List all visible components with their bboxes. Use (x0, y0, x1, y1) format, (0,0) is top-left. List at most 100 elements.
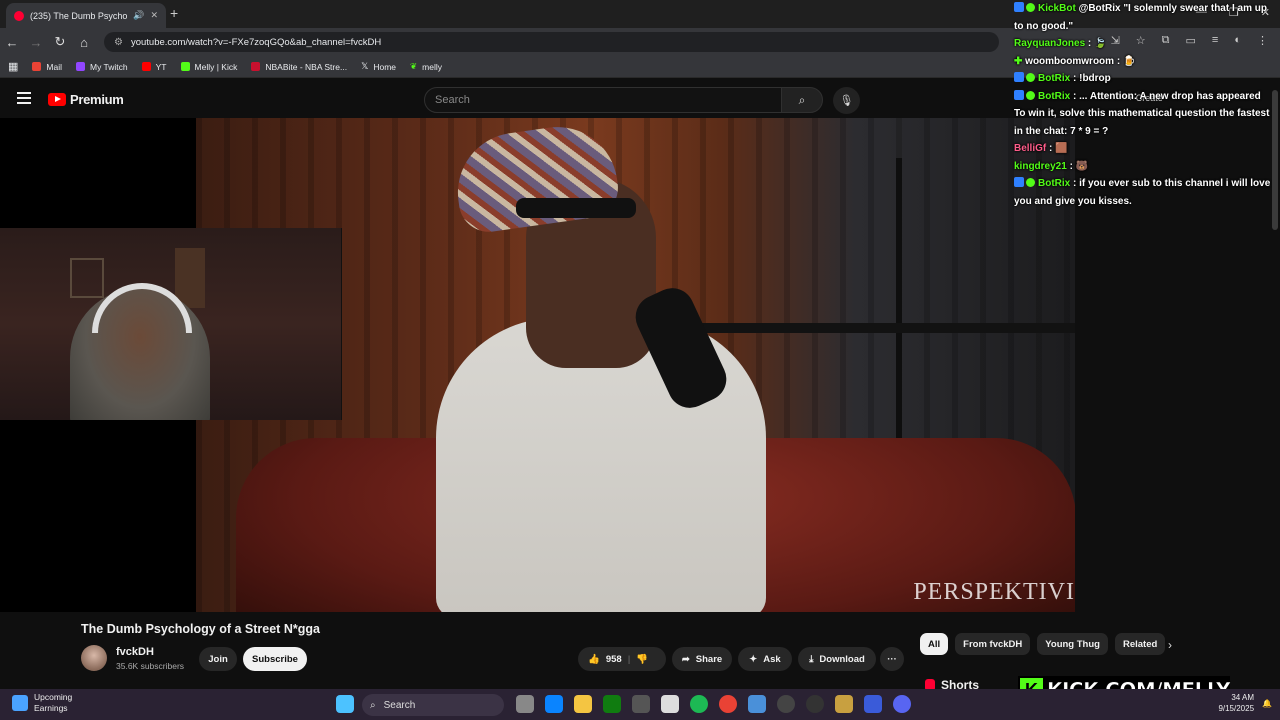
xbox-icon[interactable] (603, 695, 621, 713)
verified-badge-icon (1026, 3, 1035, 12)
youtube-logo[interactable]: Premium (48, 92, 124, 107)
chip-young-thug[interactable]: Young Thug (1037, 633, 1108, 655)
site-info-icon[interactable]: ⚙ (114, 37, 123, 48)
kick-leaf-icon: ❦ (410, 61, 418, 71)
bookmark-mail[interactable]: Mail (32, 62, 62, 72)
chip-from-channel[interactable]: From fvckDH (955, 633, 1031, 655)
chat-message: you and give you kisses. (1014, 193, 1274, 211)
chat-message: RayquanJones : 🍃 (1014, 35, 1274, 53)
thumbs-down-icon[interactable]: 👎 (636, 654, 648, 665)
search-icon: ⌕ (370, 699, 376, 711)
kick-icon (180, 62, 190, 71)
clock[interactable]: 34 AM 9/15/2025 (1218, 692, 1254, 714)
ask-button[interactable]: ✦ Ask (738, 647, 792, 671)
bookmark-label: NBABite - NBA Stre... (265, 61, 348, 72)
chrome-icon[interactable] (719, 695, 737, 713)
notification-bell-icon[interactable]: 🔔 (1262, 699, 1272, 708)
join-button[interactable]: Join (199, 647, 237, 671)
home-icon[interactable]: ⌂ (72, 35, 96, 50)
file-explorer-icon[interactable] (574, 695, 592, 713)
app2-icon[interactable] (864, 695, 882, 713)
taskbar-search[interactable]: ⌕ Search (362, 694, 504, 716)
page-scrollbar[interactable] (1272, 90, 1278, 230)
reload-icon[interactable]: ↻ (48, 34, 72, 50)
verified-badge-icon (1026, 73, 1035, 82)
chat-message: To win it, solve this mathematical quest… (1014, 105, 1274, 123)
channel-avatar[interactable] (81, 645, 107, 671)
bookmark-kick[interactable]: Melly | Kick (180, 62, 237, 72)
chip-all[interactable]: All (920, 633, 949, 655)
share-button[interactable]: ➦ Share (672, 647, 732, 671)
edge-icon[interactable] (545, 695, 563, 713)
bookmark-twitch[interactable]: My Twitch (76, 62, 128, 72)
more-actions-button[interactable]: ··· (880, 647, 904, 671)
logo-text: Premium (70, 92, 124, 107)
apps-grid-icon[interactable]: ▦ (8, 60, 18, 73)
bookmark-melly[interactable]: ❦ melly (410, 61, 442, 72)
app-icon[interactable] (835, 695, 853, 713)
new-tab-button[interactable]: + (170, 5, 178, 21)
webcam-overlay (0, 228, 342, 420)
chat-username[interactable]: BotRix (1038, 178, 1073, 189)
download-button[interactable]: ⤓ Download (798, 647, 876, 671)
forward-icon[interactable]: → (24, 35, 48, 50)
x-icon: 𝕏 (361, 61, 369, 71)
thumbs-up-icon[interactable]: 👍 (588, 654, 600, 665)
address-bar[interactable]: ⚙ youtube.com/watch?v=-FXe7zoqGQo&ab_cha… (104, 32, 999, 52)
chat-username[interactable]: woomboomwroom (1025, 56, 1117, 67)
chat-message: in the chat: 7 * 9 = ? (1014, 123, 1274, 141)
chip-related[interactable]: Related (1114, 633, 1166, 655)
speaker-icon[interactable]: 🔊 (133, 10, 144, 21)
share-label: Share (695, 653, 723, 665)
youtube-play-icon (48, 93, 66, 106)
channel-name[interactable]: fvckDH (116, 646, 154, 658)
bookmark-home[interactable]: 𝕏 Home (361, 61, 396, 72)
bot-badge-icon (1014, 72, 1024, 82)
widgets-button[interactable]: Upcoming Earnings (12, 692, 72, 714)
widget-subtitle: Earnings (34, 703, 68, 713)
stream-chat-overlay: KickBot @BotRix "I solemnly swear that I… (1014, 0, 1274, 210)
bookmark-yt[interactable]: YT (141, 62, 167, 72)
back-icon[interactable]: ← (0, 35, 24, 50)
clock-time: 34 AM (1231, 693, 1255, 702)
browser-tab[interactable]: (235) The Dumb Psycholog 🔊 ✕ (6, 3, 166, 28)
chat-username[interactable]: BelliGf (1014, 143, 1049, 154)
chat-message: to no good." (1014, 18, 1274, 36)
chevron-right-icon[interactable]: › (1168, 638, 1172, 652)
video-title: The Dumb Psychology of a Street N*gga (81, 622, 320, 636)
twitch-icon (76, 62, 85, 71)
subscribe-button[interactable]: Subscribe (243, 647, 307, 671)
voice-search-button[interactable]: 🎙 (833, 87, 860, 114)
gmail-icon (32, 62, 42, 71)
sparkle-icon: ✦ (749, 653, 758, 665)
photos-icon[interactable] (748, 695, 766, 713)
chat-username[interactable]: BotRix (1038, 73, 1073, 84)
chat-username[interactable]: BotRix (1038, 91, 1073, 102)
search-input[interactable]: Search (424, 87, 782, 113)
chat-message: BotRix : if you ever sub to this channel… (1014, 175, 1274, 193)
chat-username[interactable]: RayquanJones (1014, 38, 1088, 49)
start-icon[interactable] (336, 695, 354, 713)
hamburger-menu-icon[interactable] (17, 92, 31, 104)
obs-icon[interactable] (632, 695, 650, 713)
bookmark-nbabite[interactable]: NBABite - NBA Stre... (251, 62, 347, 72)
chat-username[interactable]: KickBot (1038, 3, 1079, 14)
youtube-icon (141, 62, 151, 71)
media-player-icon[interactable] (777, 695, 795, 713)
windows-taskbar: Upcoming Earnings ⌕ Search 34 AM 9/15/20… (0, 689, 1280, 720)
close-tab-icon[interactable]: ✕ (150, 10, 158, 21)
spotify-icon[interactable] (690, 695, 708, 713)
store-icon[interactable] (661, 695, 679, 713)
like-count[interactable]: 958 (606, 654, 622, 665)
chat-text: : 🍺 (1116, 55, 1136, 67)
streamdeck-icon[interactable] (806, 695, 824, 713)
chat-message: BotRix : !bdrop (1014, 70, 1274, 88)
search-icon: ⌕ (798, 92, 806, 107)
chat-username[interactable]: kingdrey21 (1014, 161, 1070, 172)
nbabite-icon (251, 62, 261, 71)
discord-icon[interactable] (893, 695, 911, 713)
chat-text: : 🍃 (1087, 38, 1107, 49)
task-view-icon[interactable] (516, 695, 534, 713)
search-button[interactable]: ⌕ (781, 87, 823, 113)
stocks-icon (12, 695, 28, 711)
